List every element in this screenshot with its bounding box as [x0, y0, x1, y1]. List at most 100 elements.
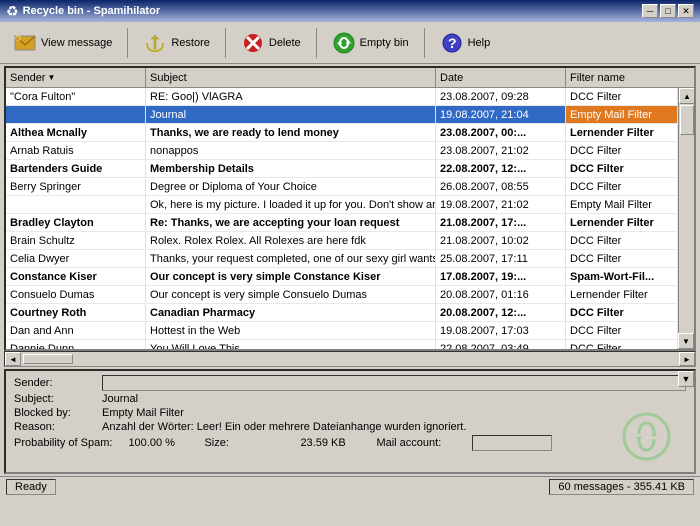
cell-sender: Brain Schultz — [6, 232, 146, 249]
table-row[interactable]: Arnab Ratuis nonappos 23.08.2007, 21:02 … — [6, 142, 678, 160]
help-button[interactable]: ? Help — [433, 28, 498, 58]
cell-filter: DCC Filter — [566, 340, 678, 349]
restore-icon — [143, 31, 167, 55]
cell-filter: Lernender Filter — [566, 124, 678, 141]
table-row[interactable]: Dannie Dunn You Will Love This 22.08.200… — [6, 340, 678, 349]
cell-sender — [6, 196, 146, 213]
cell-filter: DCC Filter — [566, 142, 678, 159]
cell-subject: Thanks, your request completed, one of o… — [146, 250, 436, 267]
toolbar-separator-3 — [316, 28, 317, 58]
table-row[interactable]: Althea Mcnally Thanks, we are ready to l… — [6, 124, 678, 142]
table-row[interactable]: Bradley Clayton Re: Thanks, we are accep… — [6, 214, 678, 232]
table-row[interactable]: Brain Schultz Rolex. Rolex Rolex. All Ro… — [6, 232, 678, 250]
cell-date: 20.08.2007, 12:... — [436, 304, 566, 321]
scroll-track — [679, 105, 694, 334]
email-list-body[interactable]: "Cora Fulton" RE: Goo|) VlAGRA 23.08.200… — [6, 88, 694, 349]
date-column-header[interactable]: Date — [436, 68, 566, 87]
cell-subject: Re: Thanks, we are accepting your loan r… — [146, 214, 436, 231]
close-button[interactable]: ✕ — [678, 4, 694, 18]
cell-subject: Our concept is very simple Consuelo Duma… — [146, 286, 436, 303]
table-row[interactable]: Ok, here is my picture. I loaded it up f… — [6, 196, 678, 214]
cell-date: 21.08.2007, 17:... — [436, 214, 566, 231]
delete-button[interactable]: Delete — [234, 28, 308, 58]
cell-subject: Ok, here is my picture. I loaded it up f… — [146, 196, 436, 213]
sort-arrow-icon: ▼ — [47, 73, 55, 82]
filter-column-header[interactable]: Filter name — [566, 68, 694, 87]
table-row[interactable]: Journal 19.08.2007, 21:04 Empty Mail Fil… — [6, 106, 678, 124]
restore-label: Restore — [171, 37, 210, 49]
table-row[interactable]: Celia Dwyer Thanks, your request complet… — [6, 250, 678, 268]
view-message-icon: ✉ — [13, 31, 37, 55]
sender-row: Sender: — [14, 375, 686, 391]
cell-filter: Empty Mail Filter — [566, 106, 678, 123]
table-row[interactable]: Courtney Roth Canadian Pharmacy 20.08.20… — [6, 304, 678, 322]
horizontal-scrollbar[interactable]: ◄ ► — [4, 351, 696, 367]
scroll-left-button[interactable]: ◄ — [5, 352, 21, 366]
cell-filter: DCC Filter — [566, 178, 678, 195]
cell-subject: Our concept is very simple Constance Kis… — [146, 268, 436, 285]
table-row[interactable]: Berry Springer Degree or Diploma of Your… — [6, 178, 678, 196]
toolbar-separator-4 — [424, 28, 425, 58]
cell-subject: Hottest in the Web — [146, 322, 436, 339]
cell-filter: DCC Filter — [566, 304, 678, 321]
blocked-by-row: Blocked by: Empty Mail Filter — [14, 407, 686, 419]
delete-label: Delete — [269, 37, 301, 49]
table-row[interactable]: "Cora Fulton" RE: Goo|) VlAGRA 23.08.200… — [6, 88, 678, 106]
table-row[interactable]: Bartenders Guide Membership Details 22.0… — [6, 160, 678, 178]
maximize-button[interactable]: □ — [660, 4, 676, 18]
cell-filter: DCC Filter — [566, 250, 678, 267]
cell-subject: Rolex. Rolex Rolex. All Rolexes are here… — [146, 232, 436, 249]
cell-sender: Dannie Dunn — [6, 340, 146, 349]
scroll-down-button[interactable]: ▼ — [678, 333, 694, 349]
scroll-up-button[interactable]: ▲ — [679, 88, 695, 104]
cell-date: 22.08.2007, 12:... — [436, 160, 566, 177]
cell-sender: Celia Dwyer — [6, 250, 146, 267]
h-scroll-thumb[interactable] — [23, 354, 73, 364]
size-label: Size: — [204, 437, 284, 449]
probability-value: 100.00 % — [128, 437, 188, 449]
help-icon: ? — [440, 31, 464, 55]
status-left: Ready — [6, 479, 56, 495]
cell-filter: DCC Filter — [566, 160, 678, 177]
cell-date: 19.08.2007, 21:02 — [436, 196, 566, 213]
subject-column-header[interactable]: Subject — [146, 68, 436, 87]
vertical-scrollbar[interactable]: ▲ ▼ — [678, 88, 694, 349]
cell-subject: You Will Love This — [146, 340, 436, 349]
cell-date: 21.08.2007, 10:02 — [436, 232, 566, 249]
table-row[interactable]: Consuelo Dumas Our concept is very simpl… — [6, 286, 678, 304]
cell-date: 23.08.2007, 09:28 — [436, 88, 566, 105]
cell-filter: Lernender Filter — [566, 214, 678, 231]
cell-sender: Bartenders Guide — [6, 160, 146, 177]
empty-bin-icon — [332, 31, 356, 55]
view-message-button[interactable]: ✉ View message — [6, 28, 119, 58]
svg-text:?: ? — [448, 35, 457, 51]
cell-sender: Bradley Clayton — [6, 214, 146, 231]
recycle-watermark — [619, 409, 674, 467]
h-scroll-track — [21, 352, 679, 366]
cell-sender: Courtney Roth — [6, 304, 146, 321]
cell-date: 23.08.2007, 21:02 — [436, 142, 566, 159]
cell-sender — [6, 106, 146, 123]
probability-row: Probability of Spam: 100.00 % Size: 23.5… — [14, 435, 686, 451]
restore-button[interactable]: Restore — [136, 28, 217, 58]
cell-filter: Empty Mail Filter — [566, 196, 678, 213]
mail-account-value-box — [472, 435, 552, 451]
empty-bin-button[interactable]: Empty bin — [325, 28, 416, 58]
cell-date: 20.08.2007, 01:16 — [436, 286, 566, 303]
email-list-header: Sender ▼ Subject Date Filter name — [6, 68, 694, 88]
window-title: Recycle bin - Spamihilator — [23, 5, 161, 17]
scroll-thumb[interactable] — [680, 105, 694, 135]
cell-sender: Althea Mcnally — [6, 124, 146, 141]
cell-subject: RE: Goo|) VlAGRA — [146, 88, 436, 105]
scroll-right-button[interactable]: ► — [679, 352, 695, 366]
table-row[interactable]: Dan and Ann Hottest in the Web 19.08.200… — [6, 322, 678, 340]
sender-column-header[interactable]: Sender ▼ — [6, 68, 146, 87]
title-bar-left: ♻ Recycle bin - Spamihilator — [6, 3, 160, 20]
minimize-button[interactable]: ─ — [642, 4, 658, 18]
cell-subject: Degree or Diploma of Your Choice — [146, 178, 436, 195]
email-list-container: Sender ▼ Subject Date Filter name "Cora … — [4, 66, 696, 351]
table-row[interactable]: Constance Kiser Our concept is very simp… — [6, 268, 678, 286]
cell-filter: DCC Filter — [566, 232, 678, 249]
expand-panel-button[interactable]: ▼ — [678, 371, 694, 387]
empty-bin-label: Empty bin — [360, 37, 409, 49]
